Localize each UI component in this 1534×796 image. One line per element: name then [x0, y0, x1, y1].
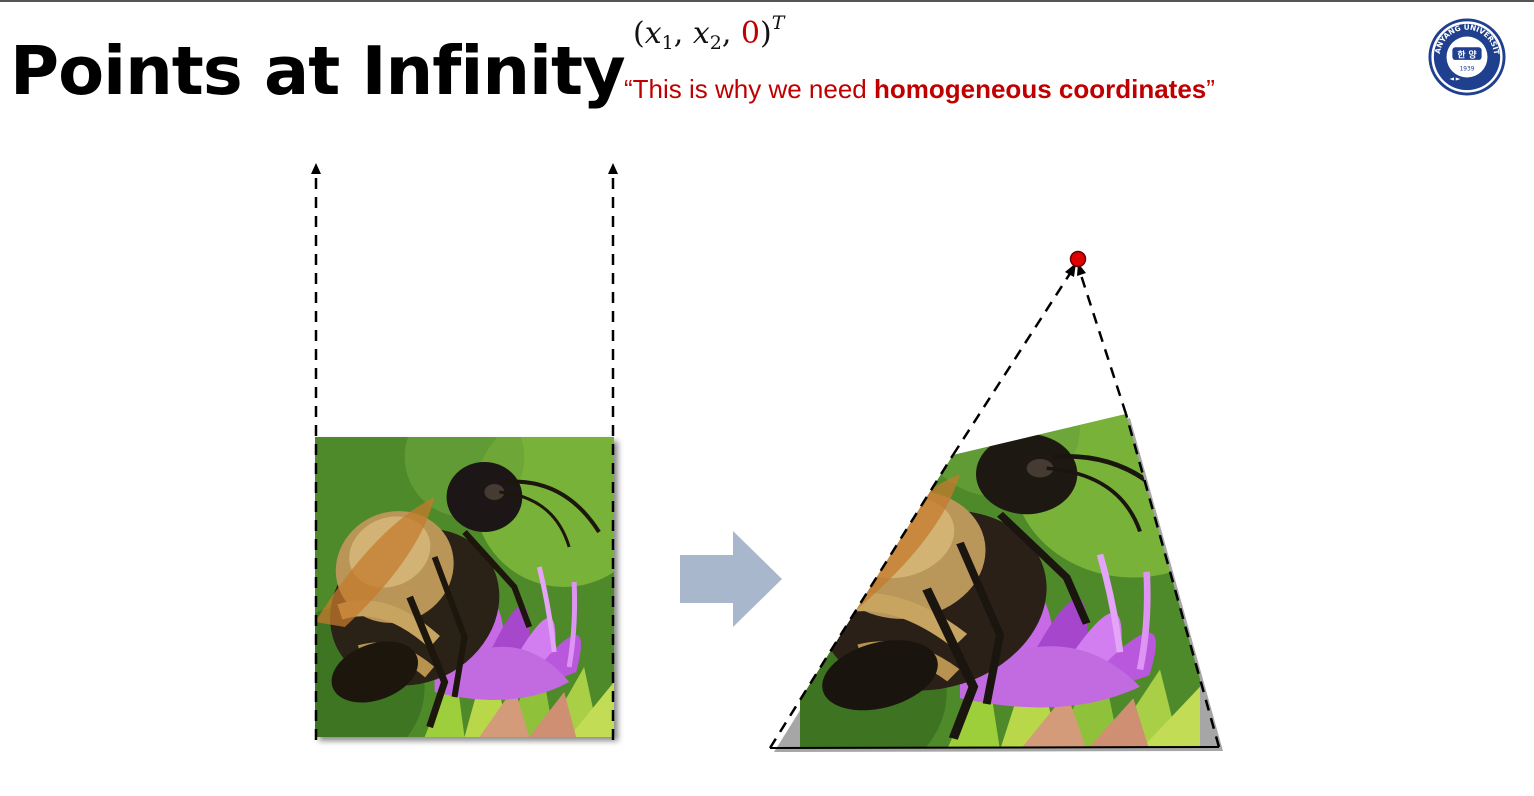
vanishing-point — [1069, 250, 1087, 268]
right-parallel-arrowhead — [608, 163, 618, 174]
converging-line-left — [951, 271, 1073, 456]
converging-line-right — [1078, 271, 1128, 415]
left-parallel-arrowhead — [311, 163, 321, 174]
transform-arrow-icon — [680, 531, 782, 627]
warped-bottom-edge — [769, 746, 1220, 749]
warped-image — [774, 359, 1223, 752]
projective-figure — [265, 163, 1223, 767]
original-image — [265, 397, 654, 767]
